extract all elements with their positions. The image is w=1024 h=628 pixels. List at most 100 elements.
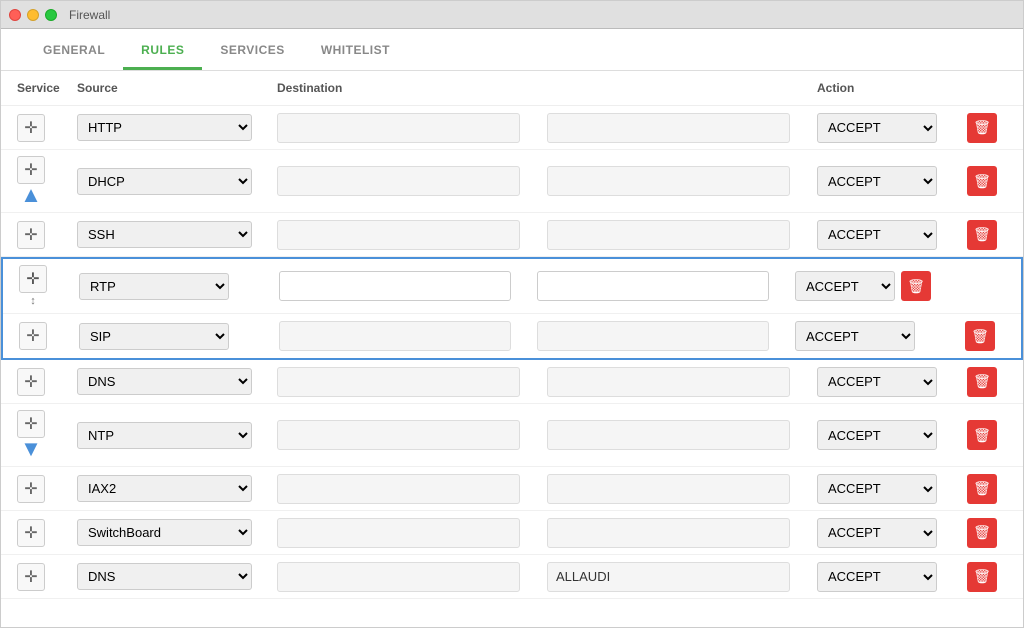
action-select-3[interactable]: ACCEPTDROPREJECT xyxy=(817,220,937,250)
source-input-5[interactable] xyxy=(279,321,511,351)
cell-delete-3: 🗑 xyxy=(957,220,1007,250)
drag-handle-9[interactable]: ✛ xyxy=(17,519,45,547)
service-select-3[interactable]: SSHHTTPDHCPRTPSIPDNSNTPIAX2SwitchBoard xyxy=(77,221,252,248)
service-select-9[interactable]: SwitchBoardHTTPDHCPSSHRTPSIPDNSNTPIAX2 xyxy=(77,519,252,546)
cell-action-10: ACCEPTDROPREJECT xyxy=(817,562,957,592)
cell-source-2: DHCPHTTPSSHRTPSIPDNSNTPIAX2SwitchBoard xyxy=(77,168,277,195)
delete-btn-10[interactable]: 🗑 xyxy=(967,562,997,592)
action-select-4[interactable]: ACCEPTDROPREJECT xyxy=(795,271,895,301)
source-input-8[interactable] xyxy=(277,474,520,504)
cell-action-8: ACCEPTDROPREJECT xyxy=(817,474,957,504)
delete-btn-3[interactable]: 🗑 xyxy=(967,220,997,250)
action-select-6[interactable]: ACCEPTDROPREJECT xyxy=(817,367,937,397)
table-row: ✛ DNSHTTPDHCPSSHRTPSIPNTPIAX2SwitchBoard… xyxy=(1,360,1023,404)
drag-handle-4[interactable]: ✛ xyxy=(19,265,47,293)
service-select-1[interactable]: HTTPDHCPSSHRTPSIPDNSNTPIAX2SwitchBoard xyxy=(77,114,252,141)
action-select-5[interactable]: ACCEPTDROPREJECT xyxy=(795,321,915,351)
drag-handle-8[interactable]: ✛ xyxy=(17,475,45,503)
cell-service-4: ✛ ↕ xyxy=(19,265,79,307)
cell-dest-input-10 xyxy=(547,562,817,592)
action-select-2[interactable]: ACCEPTDROPREJECT xyxy=(817,166,937,196)
tab-services[interactable]: SERVICES xyxy=(202,29,302,70)
delete-btn-2[interactable]: 🗑 xyxy=(967,166,997,196)
source-input-2[interactable] xyxy=(277,166,520,196)
dest-input-6[interactable] xyxy=(547,367,790,397)
cell-source-input-3 xyxy=(277,220,547,250)
cell-delete-7: 🗑 xyxy=(957,420,1007,450)
cell-dest-input-8 xyxy=(547,474,817,504)
cell-source-8: IAX2HTTPDHCPSSHRTPSIPDNSNTPSwitchBoard xyxy=(77,475,277,502)
source-input-9[interactable] xyxy=(277,518,520,548)
action-select-10[interactable]: ACCEPTDROPREJECT xyxy=(817,562,937,592)
service-select-10[interactable]: DNSHTTPDHCPSSHRTPSIPNTPIAX2SwitchBoard xyxy=(77,563,252,590)
cell-delete-10: 🗑 xyxy=(957,562,1007,592)
action-select-9[interactable]: ACCEPTDROPREJECT xyxy=(817,518,937,548)
service-select-8[interactable]: IAX2HTTPDHCPSSHRTPSIPDNSNTPSwitchBoard xyxy=(77,475,252,502)
source-input-1[interactable] xyxy=(277,113,520,143)
dest-input-8[interactable] xyxy=(547,474,790,504)
cell-service-9: ✛ xyxy=(17,519,77,547)
drag-handle-7[interactable]: ✛ xyxy=(17,410,45,438)
delete-btn-6[interactable]: 🗑 xyxy=(967,367,997,397)
delete-btn-8[interactable]: 🗑 xyxy=(967,474,997,504)
drag-handle-3[interactable]: ✛ xyxy=(17,221,45,249)
source-input-6[interactable] xyxy=(277,367,520,397)
tab-general[interactable]: GENERAL xyxy=(25,29,123,70)
action-select-1[interactable]: ACCEPTDROPREJECT xyxy=(817,113,937,143)
service-select-5[interactable]: SIPHTTPDHCPSSHRTPDNSNTPIAX2SwitchBoard xyxy=(79,323,229,350)
dest-input-4[interactable] xyxy=(537,271,769,301)
cell-source-4: RTPHTTPDHCPSSHSIPDNSNTPIAX2SwitchBoard xyxy=(79,273,279,300)
service-select-7[interactable]: NTPHTTPDHCPSSHRTPSIPDNSIAX2SwitchBoard xyxy=(77,422,252,449)
drag-handle-5[interactable]: ✛ xyxy=(19,322,47,350)
dest-input-3[interactable] xyxy=(547,220,790,250)
drag-handle-6[interactable]: ✛ xyxy=(17,368,45,396)
cell-source-input-6 xyxy=(277,367,547,397)
service-select-2[interactable]: DHCPHTTPSSHRTPSIPDNSNTPIAX2SwitchBoard xyxy=(77,168,252,195)
cell-service-7: ✛ ▼ xyxy=(17,410,77,460)
tab-bar: GENERAL RULES SERVICES WHITELIST xyxy=(1,29,1023,71)
cell-source-input-8 xyxy=(277,474,547,504)
cell-action-1: ACCEPTDROPREJECT xyxy=(817,113,957,143)
minimize-btn[interactable] xyxy=(27,9,39,21)
delete-btn-9[interactable]: 🗑 xyxy=(967,518,997,548)
close-btn[interactable] xyxy=(9,9,21,21)
drag-handle-1[interactable]: ✛ xyxy=(17,114,45,142)
cell-action-3: ACCEPTDROPREJECT xyxy=(817,220,957,250)
action-select-7[interactable]: ACCEPTDROPREJECT xyxy=(817,420,937,450)
action-select-8[interactable]: ACCEPTDROPREJECT xyxy=(817,474,937,504)
tab-rules[interactable]: RULES xyxy=(123,29,202,70)
source-input-7[interactable] xyxy=(277,420,520,450)
cell-dest-input-3 xyxy=(547,220,817,250)
delete-btn-1[interactable]: 🗑 xyxy=(967,113,997,143)
service-select-6[interactable]: DNSHTTPDHCPSSHRTPSIPNTPIAX2SwitchBoard xyxy=(77,368,252,395)
dest-input-2[interactable] xyxy=(547,166,790,196)
cell-service-10: ✛ xyxy=(17,563,77,591)
delete-btn-4-inline[interactable]: 🗑 xyxy=(901,271,931,301)
tab-whitelist[interactable]: WHITELIST xyxy=(303,29,408,70)
dest-input-5[interactable] xyxy=(537,321,769,351)
drag-handle-2[interactable]: ✛ xyxy=(17,156,45,184)
cell-action-6: ACCEPTDROPREJECT xyxy=(817,367,957,397)
maximize-btn[interactable] xyxy=(45,9,57,21)
col-service: Service xyxy=(17,81,77,95)
dest-input-1[interactable] xyxy=(547,113,790,143)
cell-source-input-7 xyxy=(277,420,547,450)
cell-action-7: ACCEPTDROPREJECT xyxy=(817,420,957,450)
dest-input-7[interactable] xyxy=(547,420,790,450)
window-title: Firewall xyxy=(69,8,110,22)
table-row-highlighted-sip: ✛ SIPHTTPDHCPSSHRTPDNSNTPIAX2SwitchBoard… xyxy=(3,314,1021,358)
dest-input-10[interactable] xyxy=(547,562,790,592)
source-input-4[interactable] xyxy=(279,271,511,301)
dest-input-9[interactable] xyxy=(547,518,790,548)
cell-dest-input-7 xyxy=(547,420,817,450)
cell-delete-6: 🗑 xyxy=(957,367,1007,397)
delete-btn-5[interactable]: 🗑 xyxy=(965,321,995,351)
service-select-4[interactable]: RTPHTTPDHCPSSHSIPDNSNTPIAX2SwitchBoard xyxy=(79,273,229,300)
drag-handle-10[interactable]: ✛ xyxy=(17,563,45,591)
source-input-10[interactable] xyxy=(277,562,520,592)
source-input-3[interactable] xyxy=(277,220,520,250)
cell-source-3: SSHHTTPDHCPRTPSIPDNSNTPIAX2SwitchBoard xyxy=(77,221,277,248)
titlebar: Firewall xyxy=(1,1,1023,29)
delete-btn-7[interactable]: 🗑 xyxy=(967,420,997,450)
table-row: ✛ IAX2HTTPDHCPSSHRTPSIPDNSNTPSwitchBoard… xyxy=(1,467,1023,511)
